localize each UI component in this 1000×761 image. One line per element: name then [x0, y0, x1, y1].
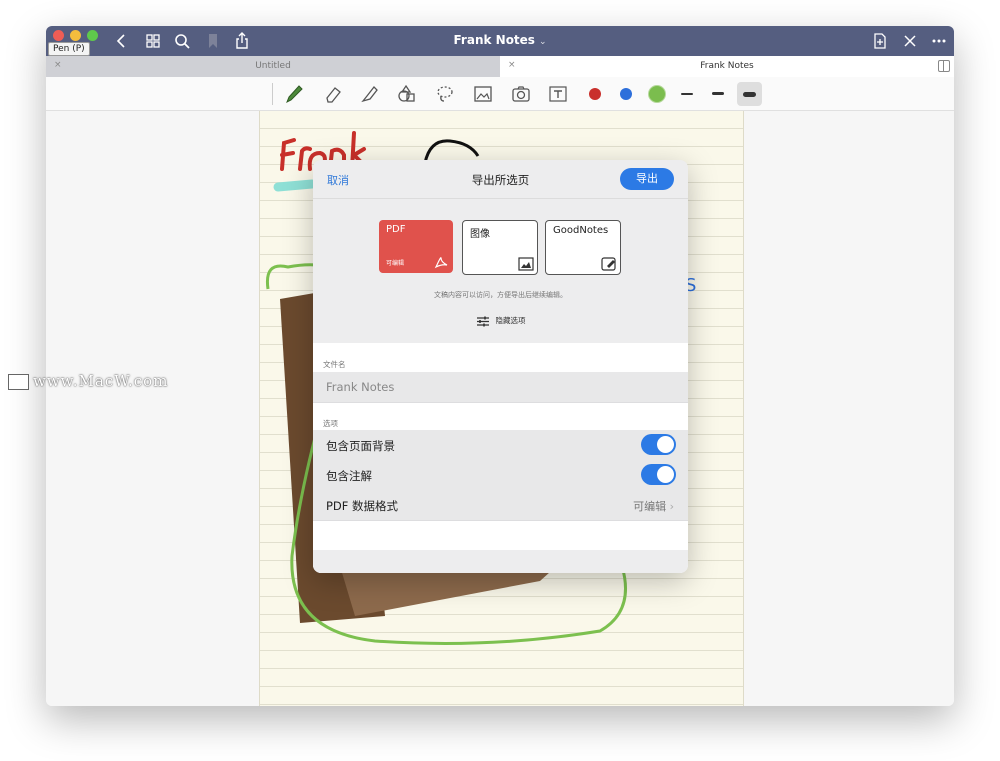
color-red-swatch[interactable] [589, 88, 601, 100]
pdf-acrobat-icon [434, 257, 448, 269]
stroke-thick-selected[interactable] [737, 82, 762, 106]
format-label: PDF [386, 224, 406, 235]
color-blue-swatch[interactable] [620, 88, 632, 100]
image-icon [518, 257, 534, 271]
color-green-swatch-selected[interactable] [648, 85, 666, 103]
title-bar: Pen (P) Frank Notes ⌄ [46, 26, 954, 56]
split-view-icon[interactable] [938, 60, 950, 72]
stroke-thick-mark [743, 92, 756, 97]
more-options-icon[interactable] [929, 31, 949, 51]
title-chevron-down-icon[interactable]: ⌄ [539, 37, 547, 47]
sliders-icon [476, 316, 489, 326]
format-image-option[interactable]: 图像 [462, 220, 538, 275]
option-row-page-background: 包含页面背景 [313, 430, 688, 461]
options-section: 文件名 Frank Notes 选项 包含页面背景 包含注解 PDF 数据格式 … [313, 343, 688, 573]
pdf-format-row[interactable]: PDF 数据格式 可编辑 › [313, 490, 688, 521]
format-label: 图像 [470, 229, 490, 240]
highlight-stroke [273, 179, 317, 192]
chevron-right-icon: › [669, 500, 674, 513]
tab-label: Untitled [255, 61, 291, 71]
format-sublabel: 可编辑 [386, 260, 405, 267]
toggle-knob [657, 436, 674, 453]
pdf-format-value: 可编辑 › [633, 500, 674, 513]
stroke-thin[interactable] [681, 93, 693, 95]
toggle-knob [657, 466, 674, 483]
dialog-footer [313, 550, 688, 573]
window-title[interactable]: Frank Notes ⌄ [46, 33, 954, 47]
pdf-format-label: PDF 数据格式 [326, 499, 399, 513]
tab-untitled[interactable]: × Untitled [46, 56, 500, 77]
stroke-medium[interactable] [712, 92, 724, 95]
tool-bar [46, 77, 954, 111]
shapes-icon[interactable] [395, 82, 419, 106]
monitor-icon [8, 374, 29, 390]
lasso-icon[interactable] [433, 82, 457, 106]
dialog-header: 取消 导出所选页 导出 [313, 160, 688, 199]
options-section-label: 选项 [323, 419, 338, 428]
tab-label: Frank Notes [700, 61, 754, 71]
pen-icon[interactable] [282, 82, 306, 106]
tool-tooltip: Pen (P) [48, 42, 90, 56]
option-row-annotations: 包含注解 [313, 460, 688, 491]
hide-options-button[interactable]: 隐藏选项 [313, 315, 688, 327]
filename-field[interactable]: Frank Notes [326, 380, 394, 394]
add-page-icon[interactable] [870, 31, 890, 51]
format-label: GoodNotes [553, 225, 609, 236]
image-icon[interactable] [471, 82, 495, 106]
tab-frank-notes[interactable]: × Frank Notes [500, 56, 954, 77]
hide-options-label: 隐藏选项 [495, 316, 526, 325]
camera-icon[interactable] [509, 82, 533, 106]
filename-row[interactable]: Frank Notes [313, 372, 688, 403]
export-button[interactable]: 导出 [620, 168, 674, 190]
eraser-icon[interactable] [321, 82, 345, 106]
watermark: www.MacW.com [8, 372, 168, 390]
export-dialog: 取消 导出所选页 导出 PDF 可编辑 图像 GoodNotes 文稿内容可以访… [313, 160, 688, 573]
option-label: 包含注解 [326, 469, 372, 483]
filename-section-label: 文件名 [323, 360, 346, 369]
format-pdf-option[interactable]: PDF 可编辑 [379, 220, 453, 273]
toolbar-divider [272, 83, 273, 105]
format-goodnotes-option[interactable]: GoodNotes [545, 220, 621, 275]
textbox-icon[interactable] [546, 82, 570, 106]
page-background-toggle[interactable] [641, 434, 676, 455]
format-description: 文稿内容可以访问，方便导出后继续编辑。 [434, 291, 567, 299]
annotations-toggle[interactable] [641, 464, 676, 485]
edit-note-icon [601, 257, 616, 271]
option-label: 包含页面背景 [326, 439, 395, 453]
pen-tools-close-icon[interactable] [900, 31, 920, 51]
highlighter-icon[interactable] [358, 82, 382, 106]
tab-bar: × Untitled × Frank Notes [46, 56, 954, 77]
